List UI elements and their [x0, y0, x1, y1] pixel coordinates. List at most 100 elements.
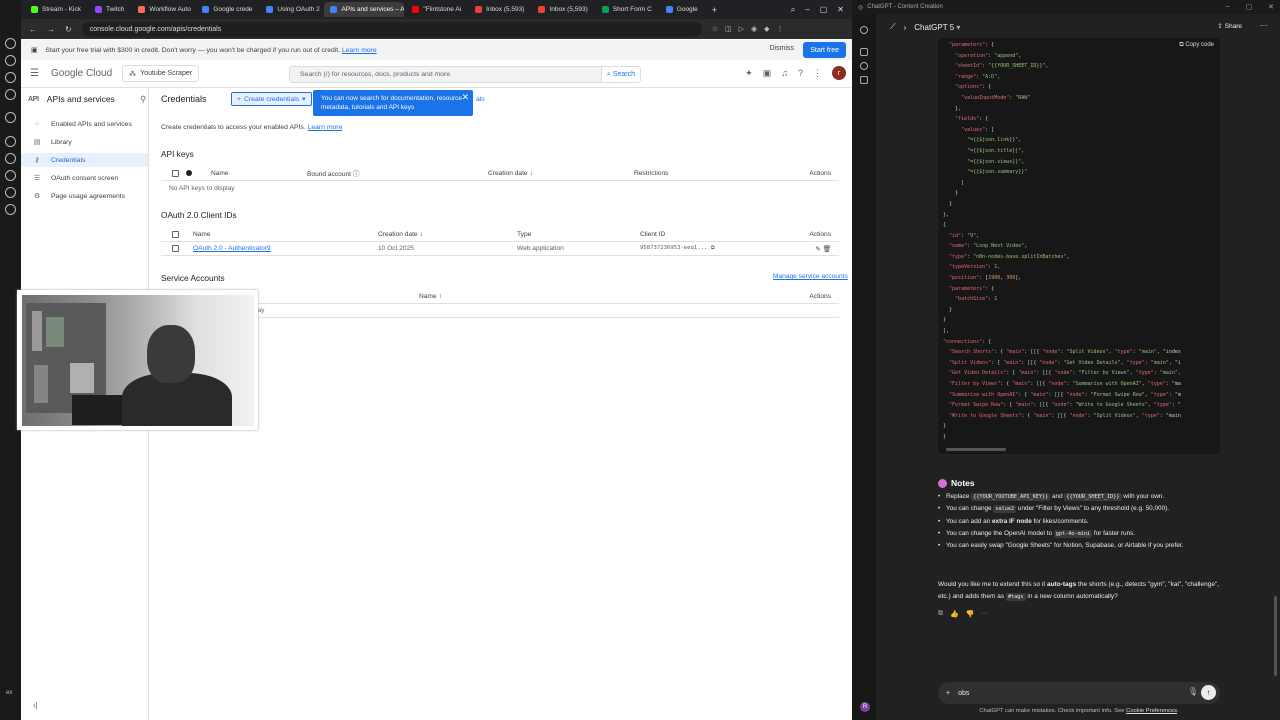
browser-tab[interactable]: Google — [660, 2, 704, 17]
app-icon[interactable] — [5, 187, 16, 198]
app-icon[interactable] — [5, 153, 16, 164]
app-icon[interactable] — [5, 89, 16, 100]
sidebar-item[interactable]: ⚙ Page usage agreements — [21, 189, 148, 203]
model-selector[interactable]: ChatGPT 5 ▾ — [914, 23, 960, 32]
library-icon[interactable] — [860, 76, 868, 84]
browser-tab[interactable]: Inbox (5,593) — [532, 2, 593, 17]
more-icon[interactable]: ··· — [981, 610, 988, 618]
thumbs-up-icon[interactable]: 👍 — [950, 610, 959, 618]
create-credentials-button[interactable]: + Create credentials ▾ — [231, 92, 312, 106]
avatar[interactable]: r — [832, 66, 846, 80]
extension-icon[interactable]: ▷ — [739, 25, 744, 33]
select-all-checkbox[interactable] — [172, 169, 179, 177]
app-icon[interactable] — [5, 112, 16, 123]
search-icon[interactable]: ⌕ — [791, 5, 795, 15]
composer-input[interactable]: obs — [958, 690, 969, 697]
hamburger-icon[interactable]: ☰ — [30, 68, 39, 79]
sidebar-item[interactable]: ☰ OAuth consent screen — [21, 171, 148, 185]
minimize-icon[interactable]: – — [805, 5, 809, 14]
extension-icon[interactable]: ◉ — [751, 25, 757, 33]
reload-icon[interactable]: ↻ — [65, 25, 72, 34]
start-free-button[interactable]: Start free — [803, 42, 846, 58]
share-button[interactable]: ⇪ Share — [1217, 22, 1242, 30]
new-tab-button[interactable]: + — [712, 5, 717, 15]
send-button[interactable]: ↑ — [1201, 685, 1216, 700]
collapse-icon[interactable]: ‹| — [33, 701, 38, 710]
mic-icon[interactable]: 🎙 — [1188, 687, 1198, 696]
search-button[interactable]: ⌕ Search — [600, 67, 640, 82]
forward-icon[interactable]: → — [47, 25, 55, 34]
extension-icon[interactable]: ◫ — [725, 25, 732, 33]
plus-icon[interactable]: + — [946, 690, 950, 697]
delete-icon[interactable]: 🗑 — [823, 246, 831, 253]
copy-code-button[interactable]: ⧉ Copy code — [1179, 42, 1214, 49]
column-header[interactable]: Creation date ↓ — [488, 170, 533, 177]
app-icon[interactable] — [5, 55, 16, 66]
cookie-preferences-link[interactable]: Cookie Preferences — [1126, 708, 1177, 714]
sidebar-item[interactable]: ▤ Library — [21, 135, 148, 149]
learn-more-link[interactable]: Learn more — [342, 47, 377, 54]
maximize-icon[interactable]: ▢ — [1246, 3, 1253, 11]
close-icon[interactable]: ✕ — [1268, 3, 1274, 11]
sidebar-item[interactable]: ⁘ Enabled APIs and services — [21, 117, 148, 131]
column-header[interactable]: Name — [193, 231, 211, 238]
browser-tab[interactable]: Using OAuth 2 — [260, 2, 322, 17]
table-row[interactable]: OAuth 2.0 - Authenticator9 10 Oct 2025 W… — [161, 242, 839, 256]
avatar[interactable]: R — [860, 702, 870, 712]
sidebar-item[interactable]: ⚷ Credentials — [21, 153, 148, 167]
app-icon[interactable] — [5, 204, 16, 215]
browser-tab[interactable]: Stream - Kick — [25, 2, 87, 17]
bell-icon[interactable]: ♫ — [781, 68, 788, 78]
extension-icon[interactable]: ☆ — [712, 25, 718, 33]
more-icon[interactable]: ··· — [1260, 21, 1268, 30]
browser-tab[interactable]: APIs and services – APIs — [324, 2, 405, 17]
browser-tab[interactable]: Google crede — [196, 2, 258, 17]
column-header[interactable]: Name — [211, 170, 229, 177]
copy-icon[interactable]: ⧉ — [711, 245, 715, 251]
vertical-scrollbar[interactable] — [1274, 596, 1277, 676]
app-icon[interactable] — [5, 38, 16, 49]
browser-tab[interactable]: Inbox (5,593) — [469, 2, 530, 17]
chat-composer[interactable]: + obs 🎙 ↑ — [938, 682, 1220, 704]
app-icon[interactable] — [5, 170, 16, 181]
thumbs-down-icon[interactable]: 👎 — [966, 610, 975, 618]
gemini-icon[interactable]: ✦ — [745, 68, 753, 79]
pin-icon[interactable]: ⚲ — [140, 94, 146, 105]
terminal-icon[interactable]: ▣ — [763, 68, 772, 79]
column-header[interactable]: Bound account ⓘ — [307, 168, 359, 178]
sidebar-toggle-icon[interactable]: ⟋ — [890, 22, 896, 32]
close-icon[interactable]: ✕ — [461, 93, 469, 102]
minimize-icon[interactable]: – — [1226, 3, 1230, 11]
app-icon[interactable] — [5, 72, 16, 83]
column-header[interactable]: Creation date ↓ — [378, 231, 423, 238]
back-icon[interactable]: ← — [29, 25, 37, 34]
dismiss-button[interactable]: Dismiss — [770, 45, 795, 52]
manage-service-accounts-link[interactable]: Manage service accounts — [773, 273, 848, 280]
row-checkbox[interactable] — [172, 245, 179, 252]
openai-icon[interactable] — [860, 26, 868, 34]
app-icon[interactable] — [5, 136, 16, 147]
horizontal-scrollbar[interactable] — [946, 448, 1006, 451]
search-input[interactable]: Search (/) for resources, docs, products… — [289, 66, 641, 83]
new-chat-icon[interactable] — [860, 48, 868, 56]
help-icon[interactable]: ? — [798, 68, 803, 78]
extension-icon[interactable]: ◆ — [764, 25, 769, 33]
browser-tab[interactable]: "Flintstone Ai — [406, 2, 467, 17]
menu-icon[interactable]: ⋮ — [777, 25, 784, 33]
browser-tab[interactable]: Workflow Auto — [132, 2, 194, 17]
copy-icon[interactable]: ⧉ — [938, 610, 943, 618]
client-name-link[interactable]: OAuth 2.0 - Authenticator9 — [193, 245, 271, 252]
browser-tab[interactable]: Twitch — [89, 2, 130, 17]
more-icon[interactable]: ⋮ — [813, 68, 822, 79]
edit-icon[interactable]: ✎ — [815, 246, 821, 253]
maximize-icon[interactable]: ▢ — [820, 5, 828, 14]
search-icon[interactable] — [860, 62, 868, 70]
url-field[interactable]: console.cloud.google.com/apis/credential… — [81, 21, 702, 37]
close-icon[interactable]: ✕ — [837, 5, 844, 14]
browser-tab[interactable]: Short Form C — [596, 2, 658, 17]
learn-more-link[interactable]: Learn more — [308, 124, 343, 131]
select-all-checkbox[interactable] — [172, 230, 179, 238]
project-picker[interactable]: ⁂ Youtube Scraper — [122, 65, 200, 82]
google-cloud-logo[interactable]: Google Cloud — [51, 68, 112, 79]
column-header[interactable]: Name ↑ — [419, 293, 442, 300]
